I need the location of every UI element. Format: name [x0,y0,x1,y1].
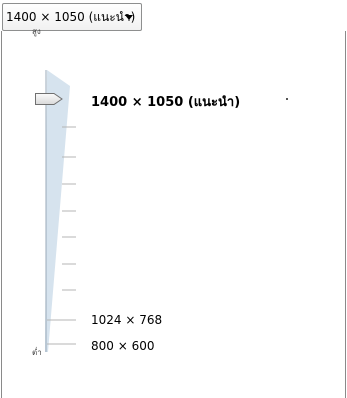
resolution-option[interactable]: 1024 × 768 [91,313,162,327]
current-resolution-label: 1400 × 1050 (แนะนำ) [91,95,241,110]
slider-thumb[interactable] [34,92,64,106]
caret-down-icon[interactable] [125,15,133,20]
resolution-option[interactable]: 800 × 600 [91,339,155,353]
dot-marker [286,98,288,100]
resolution-picker: 1400 × 1050 (แนะนำ) สูง 1400 × 1050 (แนะ… [0,0,347,398]
slider-low-label: ต่ำ [32,348,42,357]
slider-high-label: สูง [32,27,41,36]
slider-ticks [47,126,76,345]
